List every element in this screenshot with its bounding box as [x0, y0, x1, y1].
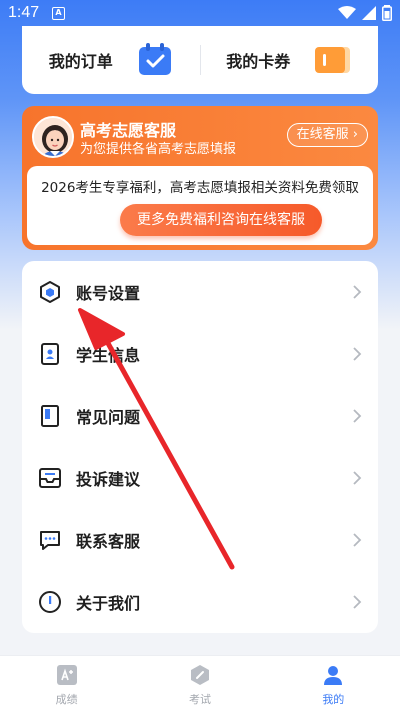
chevron-right-icon	[353, 285, 362, 299]
promo-text: 2026考生专享福利，高考志愿填报相关资料免费领取	[41, 180, 359, 196]
student-id-icon	[41, 343, 59, 365]
promo-inner-panel: 2026考生专享福利，高考志愿填报相关资料免费领取 更多免费福利咨询在线客服	[27, 166, 373, 245]
my-orders-button[interactable]: 我的订单	[22, 26, 200, 94]
chevron-right-icon	[353, 409, 362, 423]
person-icon	[324, 666, 343, 685]
my-coupons-button[interactable]: 我的卡券	[201, 26, 379, 94]
wifi-icon	[338, 6, 356, 19]
menu-label: 常见问题	[76, 408, 141, 427]
calendar-check-icon	[138, 43, 171, 75]
battery-icon	[382, 5, 392, 21]
my-coupons-label: 我的卡券	[226, 52, 291, 71]
signal-icon	[362, 6, 376, 20]
menu-item-about-us[interactable]: 关于我们	[22, 571, 378, 633]
menu-label: 关于我们	[76, 594, 141, 613]
tab-label: 成绩	[55, 693, 78, 706]
menu-item-account-settings[interactable]: 账号设置	[22, 261, 378, 323]
exam-icon	[190, 665, 209, 685]
my-orders-label: 我的订单	[48, 52, 113, 71]
tab-label: 我的	[322, 693, 345, 706]
chat-icon	[40, 531, 60, 550]
tab-mine[interactable]: 我的	[267, 656, 400, 710]
menu-label: 投诉建议	[76, 470, 141, 489]
menu-item-faq[interactable]: 常见问题	[22, 385, 378, 447]
tab-label: 考试	[188, 693, 211, 706]
tab-scores[interactable]: 成绩	[0, 656, 133, 710]
online-service-button[interactable]: 在线客服 ›	[286, 123, 368, 147]
menu-item-contact-service[interactable]: 联系客服	[22, 509, 378, 571]
chevron-right-icon	[353, 533, 362, 547]
book-icon	[41, 405, 59, 427]
chevron-right-icon	[353, 471, 362, 485]
notification-icon: A	[52, 7, 65, 20]
status-time: 1:47	[8, 4, 40, 21]
status-bar: 1:47 A	[0, 0, 400, 26]
menu-card: 账号设置 学生信息 常见问题 投诉建议 联系客服 关于我们	[22, 261, 378, 633]
status-indicators	[338, 5, 392, 21]
menu-label: 账号设置	[76, 284, 141, 303]
coupon-card-icon	[315, 47, 351, 73]
menu-item-student-info[interactable]: 学生信息	[22, 323, 378, 385]
orders-card: 我的订单 我的卡券	[22, 26, 378, 94]
customer-service-avatar	[32, 116, 74, 158]
tab-exams[interactable]: 考试	[133, 656, 266, 710]
menu-label: 联系客服	[76, 532, 141, 551]
inbox-icon	[39, 468, 61, 488]
menu-item-complaints[interactable]: 投诉建议	[22, 447, 378, 509]
promo-subtitle: 为您提供各省高考志愿填报	[80, 142, 237, 157]
menu-label: 学生信息	[76, 346, 141, 365]
promo-card: 高考志愿客服 为您提供各省高考志愿填报 在线客服 › 2026考生专享福利，高考…	[22, 106, 378, 250]
score-icon	[56, 665, 77, 685]
promo-cta-button[interactable]: 更多免费福利咨询在线客服	[120, 204, 322, 236]
bottom-tab-bar: 成绩 考试 我的	[0, 655, 400, 710]
chevron-right-icon	[353, 347, 362, 361]
info-icon	[39, 591, 61, 613]
hexagon-settings-icon	[40, 281, 60, 303]
chevron-right-icon	[353, 595, 362, 609]
